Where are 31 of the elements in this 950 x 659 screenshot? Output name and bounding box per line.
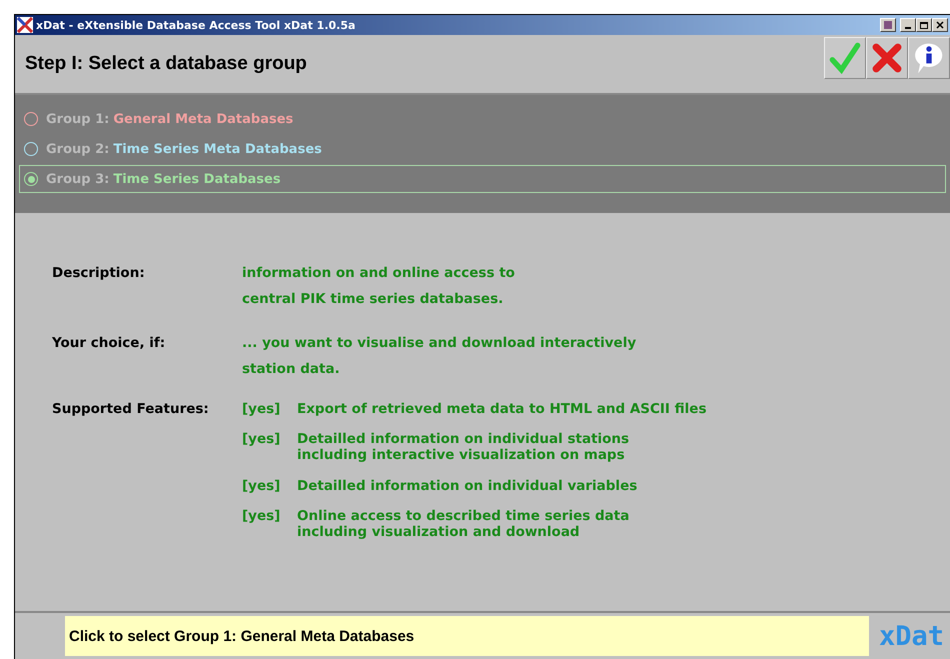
group-option[interactable]: Group 1: General Meta Databases [19, 105, 946, 133]
description-text: ... you want to visualise and download interactively [242, 335, 636, 351]
feature-tag: [yes] [242, 401, 289, 418]
step-title: Step I: Select a database group [25, 53, 307, 75]
feature-tag: [yes] [242, 478, 289, 494]
group-option[interactable]: Group 2: Time Series Meta Databases [19, 135, 946, 163]
feature-text: Export of retrieved meta data to HTML and ASCII files [297, 401, 706, 418]
info-button[interactable] [908, 37, 950, 79]
maximize-button[interactable] [916, 18, 932, 32]
close-icon [936, 21, 944, 29]
field-label: Description: [52, 265, 146, 283]
feature-text: Detailled information on individual stations including interactive visualization on maps [297, 431, 630, 464]
cancel-button[interactable] [866, 37, 908, 79]
pin-button[interactable] [880, 18, 896, 32]
window-title: xDat - eXtensible Database Access Tool xDat 1.0.5a [36, 18, 356, 32]
cross-icon [17, 17, 33, 33]
feature-tag: [yes] [242, 431, 289, 464]
description-text: information on and online access to [242, 265, 515, 281]
feature-text: Detailled information on individual variables [297, 478, 638, 494]
confirm-button[interactable] [824, 37, 866, 79]
status-message: Click to select Group 1: General Meta Databases [65, 616, 869, 656]
description-text: station data. [242, 361, 341, 377]
app-logo: xDat [878, 620, 945, 652]
close-button[interactable] [932, 18, 948, 32]
feature-text: Online access to described time series data including visualization and download [297, 508, 630, 540]
group-option[interactable]: Group 3: Time Series Databases [19, 165, 946, 193]
field-label: Supported Features: [52, 401, 210, 419]
feature-tag: [yes] [242, 508, 289, 540]
minimize-button[interactable] [900, 18, 916, 32]
field-label: Your choice, if: [52, 335, 166, 353]
description-text: central PIK time series databases. [242, 291, 504, 307]
